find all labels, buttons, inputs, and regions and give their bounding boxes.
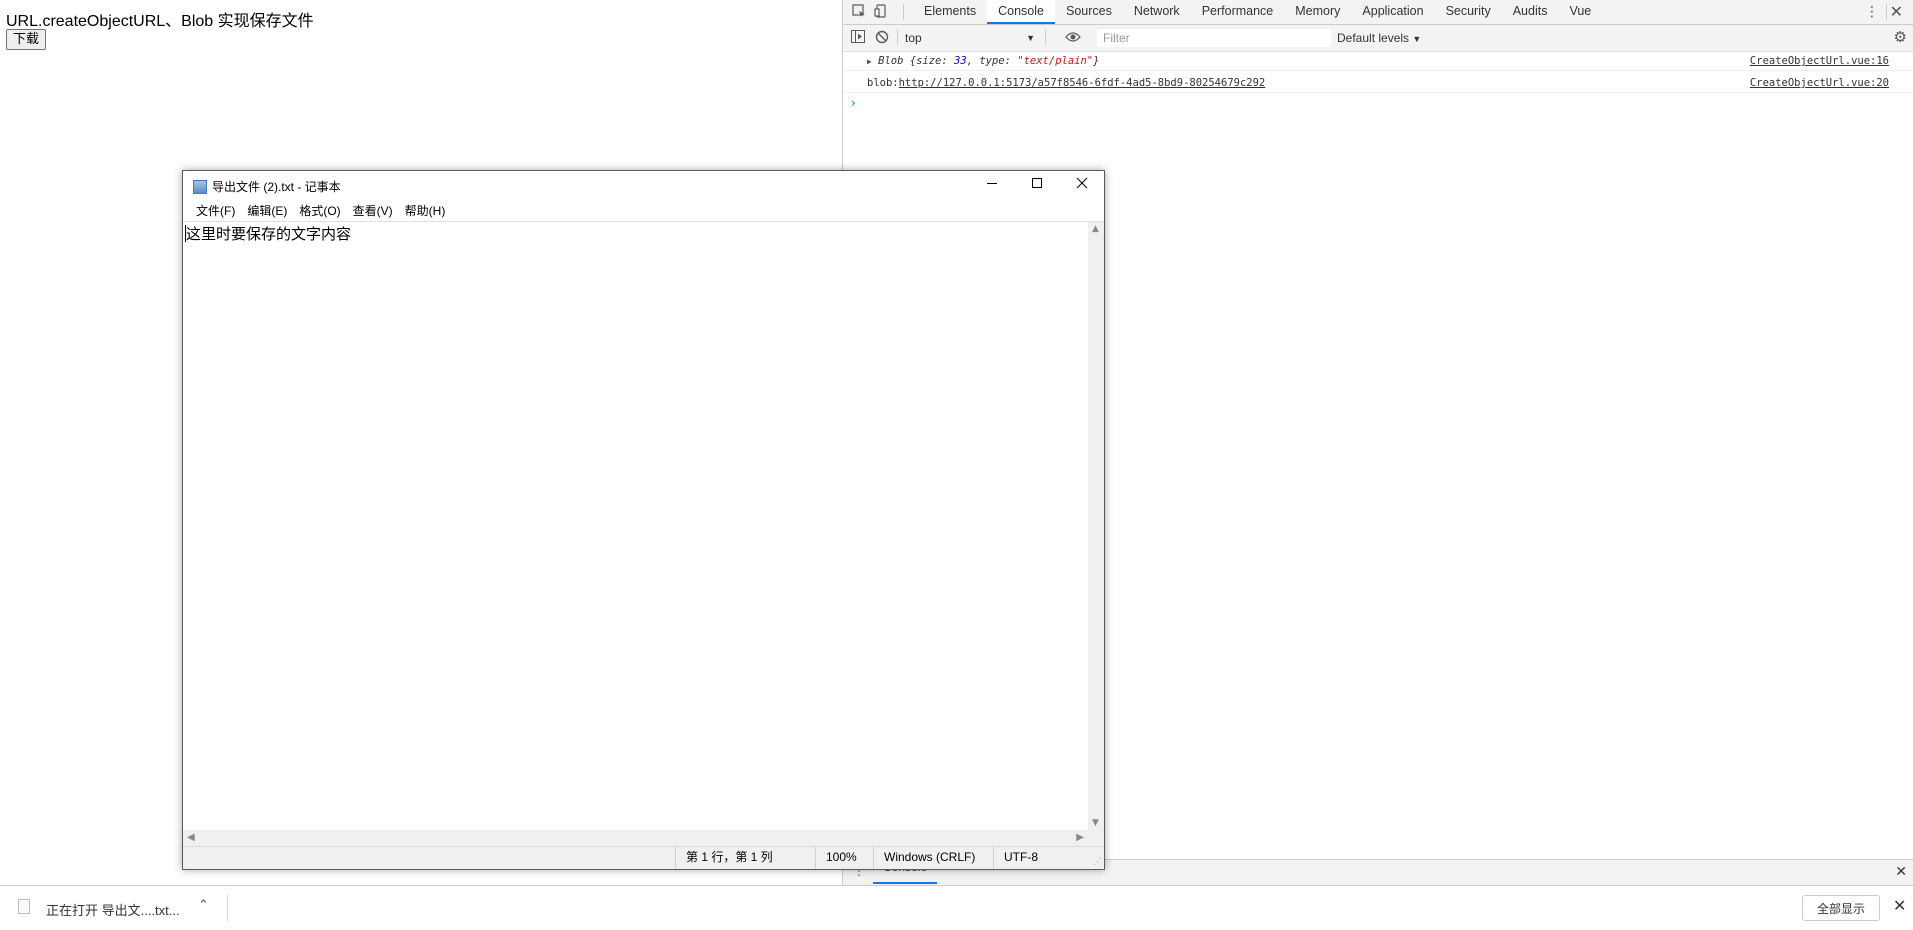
menu-format[interactable]: 格式(O) bbox=[293, 201, 346, 221]
tab-performance[interactable]: Performance bbox=[1191, 0, 1285, 24]
maximize-icon[interactable] bbox=[1014, 171, 1059, 201]
log-levels-label: Default levels bbox=[1337, 31, 1410, 45]
object-mid: , type: bbox=[966, 55, 1018, 67]
console-toolbar: top ▼ Filter Default levels ▼ ⚙ bbox=[843, 25, 1913, 52]
dropdown-arrow-icon: ▼ bbox=[1412, 34, 1422, 44]
notepad-statusbar: 第 1 行，第 1 列 100% Windows (CRLF) UTF-8 ⋰ bbox=[183, 846, 1104, 869]
notepad-icon bbox=[193, 180, 207, 194]
close-icon[interactable]: ✕ bbox=[1893, 896, 1906, 915]
show-all-button[interactable]: 全部显示 bbox=[1802, 895, 1881, 921]
console-filter-input[interactable]: Filter bbox=[1097, 29, 1331, 47]
toolbar-divider bbox=[1045, 29, 1046, 45]
toolbar-divider bbox=[1886, 4, 1887, 20]
cursor-position: 第 1 行，第 1 列 bbox=[675, 847, 815, 869]
close-drawer-icon[interactable]: ✕ bbox=[1895, 864, 1907, 880]
chevron-up-icon[interactable]: ⌃ bbox=[198, 898, 209, 913]
console-message-blob[interactable]: ▶ Blob {size: 33, type: "text/plain"} Cr… bbox=[843, 53, 1913, 71]
download-item-label[interactable]: 正在打开 导出文....txt... bbox=[46, 900, 180, 919]
expand-triangle-icon[interactable]: ▶ bbox=[867, 57, 872, 66]
toolbar-divider bbox=[897, 29, 898, 45]
horizontal-scrollbar[interactable]: ◀ ▶ bbox=[183, 830, 1088, 847]
more-menu-icon[interactable]: ⋮ bbox=[1865, 4, 1879, 20]
page-title: URL.createObjectURL、Blob 实现保存文件 bbox=[6, 13, 314, 30]
close-devtools-icon[interactable]: ✕ bbox=[1890, 2, 1903, 21]
console-message-text: blob:http://127.0.0.1:5173/a57f8546-6fdf… bbox=[867, 75, 1265, 92]
dropdown-arrow-icon: ▼ bbox=[1026, 33, 1035, 43]
tab-sources[interactable]: Sources bbox=[1055, 0, 1123, 24]
devtools-tabbar: Elements Console Sources Network Perform… bbox=[843, 0, 1913, 25]
file-icon bbox=[18, 899, 30, 914]
tab-vue[interactable]: Vue bbox=[1558, 0, 1602, 24]
log-levels-dropdown[interactable]: Default levels ▼ bbox=[1337, 29, 1421, 48]
clear-console-icon[interactable] bbox=[875, 30, 889, 47]
devtools-tabs: Elements Console Sources Network Perform… bbox=[913, 0, 1602, 24]
zoom-level: 100% bbox=[815, 847, 873, 869]
notepad-window: 导出文件 (2).txt - 记事本 文件(F) 编辑(E) 格式(O) 查看(… bbox=[182, 170, 1105, 870]
download-button[interactable]: 下载 bbox=[6, 29, 47, 50]
object-label: Blob bbox=[878, 55, 904, 67]
encoding: UTF-8 bbox=[993, 847, 1083, 869]
toolbar-divider bbox=[903, 4, 904, 20]
console-prompt[interactable]: › bbox=[851, 96, 856, 110]
live-expression-icon[interactable] bbox=[1065, 31, 1081, 46]
minimize-icon[interactable] bbox=[969, 171, 1014, 201]
console-source-link[interactable]: CreateObjectUrl.vue:16 bbox=[1750, 53, 1889, 70]
tab-application[interactable]: Application bbox=[1351, 0, 1434, 24]
console-source-link[interactable]: CreateObjectUrl.vue:20 bbox=[1750, 75, 1889, 92]
sidebar-toggle-icon[interactable] bbox=[851, 30, 865, 46]
scrollbar-corner bbox=[1088, 830, 1104, 847]
object-type: "text/plain" bbox=[1017, 55, 1094, 67]
resize-grip-icon[interactable]: ⋰ bbox=[1093, 856, 1102, 867]
tab-audits[interactable]: Audits bbox=[1502, 0, 1559, 24]
context-selector[interactable]: top ▼ bbox=[905, 29, 1037, 47]
notepad-titlebar[interactable]: 导出文件 (2).txt - 记事本 bbox=[183, 171, 1104, 201]
scroll-down-icon[interactable]: ▼ bbox=[1092, 818, 1099, 828]
device-toggle-icon[interactable] bbox=[873, 4, 889, 20]
console-message-url: blob:http://127.0.0.1:5173/a57f8546-6fdf… bbox=[843, 75, 1913, 93]
scroll-right-icon[interactable]: ▶ bbox=[1076, 832, 1084, 843]
menu-help[interactable]: 帮助(H) bbox=[399, 201, 452, 221]
inspect-icon[interactable] bbox=[851, 4, 867, 20]
menu-file[interactable]: 文件(F) bbox=[190, 201, 241, 221]
context-value: top bbox=[905, 31, 922, 45]
menu-edit[interactable]: 编辑(E) bbox=[241, 201, 293, 221]
console-message-text: ▶ Blob {size: 33, type: "text/plain"} bbox=[867, 53, 1099, 70]
close-icon[interactable] bbox=[1059, 171, 1104, 201]
notepad-text-area[interactable]: 这里时要保存的文字内容 ▲ ▼ ◀ ▶ bbox=[183, 221, 1104, 847]
download-divider bbox=[227, 894, 228, 922]
download-bar: 正在打开 导出文....txt... ⌃ 全部显示 ✕ bbox=[0, 885, 1913, 930]
vertical-scrollbar[interactable]: ▲ ▼ bbox=[1088, 222, 1104, 830]
tab-console[interactable]: Console bbox=[987, 0, 1055, 24]
url-prefix: blob: bbox=[867, 77, 899, 89]
line-ending: Windows (CRLF) bbox=[873, 847, 993, 869]
tab-memory[interactable]: Memory bbox=[1284, 0, 1351, 24]
object-open: {size: bbox=[903, 55, 955, 67]
notepad-content[interactable]: 这里时要保存的文字内容 bbox=[186, 223, 351, 244]
tab-network[interactable]: Network bbox=[1123, 0, 1191, 24]
object-size: 33 bbox=[954, 55, 967, 67]
notepad-menubar: 文件(F) 编辑(E) 格式(O) 查看(V) 帮助(H) bbox=[183, 201, 1104, 221]
menu-view[interactable]: 查看(V) bbox=[347, 201, 399, 221]
gear-icon[interactable]: ⚙ bbox=[1894, 28, 1907, 46]
notepad-title: 导出文件 (2).txt - 记事本 bbox=[212, 180, 341, 194]
scroll-left-icon[interactable]: ◀ bbox=[187, 832, 195, 843]
tab-security[interactable]: Security bbox=[1435, 0, 1502, 24]
blob-url-link[interactable]: http://127.0.0.1:5173/a57f8546-6fdf-4ad5… bbox=[899, 77, 1266, 89]
scroll-up-icon[interactable]: ▲ bbox=[1092, 224, 1099, 234]
tab-elements[interactable]: Elements bbox=[913, 0, 987, 24]
object-close: } bbox=[1093, 55, 1100, 67]
